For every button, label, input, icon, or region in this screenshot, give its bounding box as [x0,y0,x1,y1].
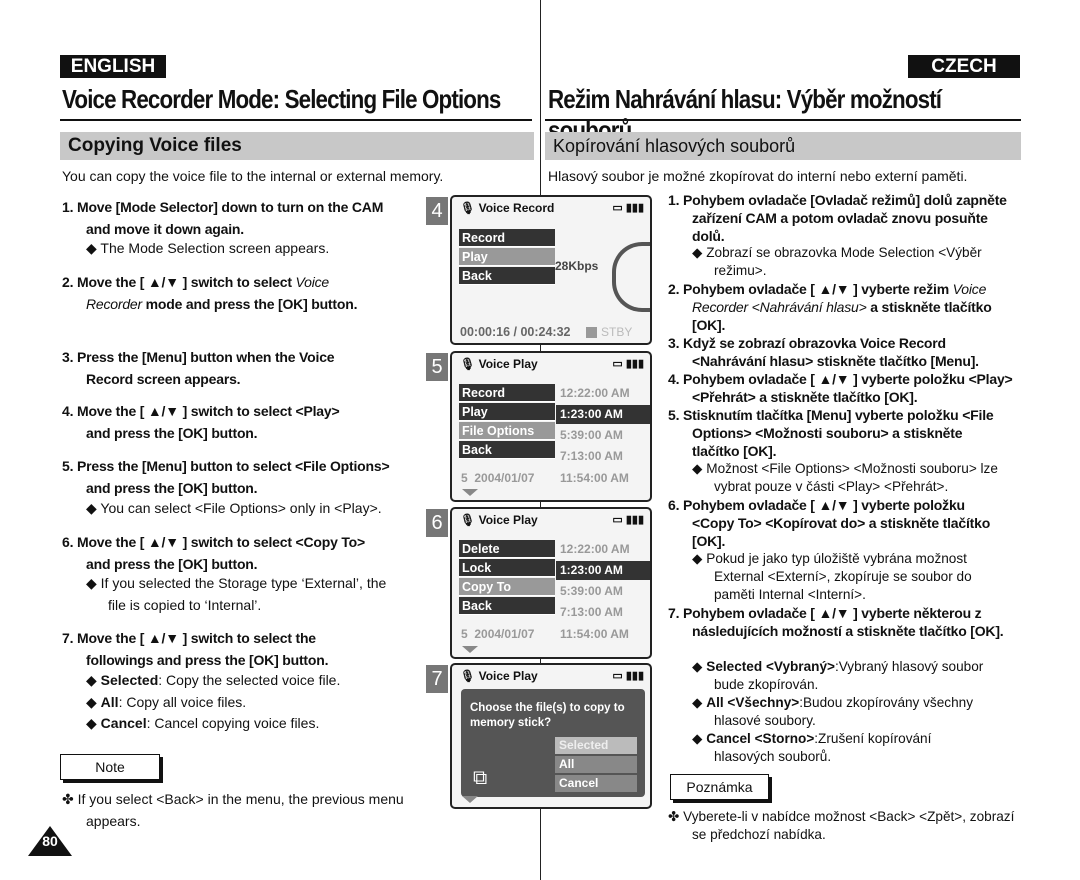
section-heading-en: Copying Voice files [60,132,534,160]
note-cz: ✤ Vyberete-li v nabídce možnost <Back> <… [668,809,1015,842]
intro-cz: Hlasový soubor je možné zkopírovat do in… [548,168,968,184]
step-4-cz: 4. Pohybem ovladače [ ▲/▼ ] vyberte polo… [668,371,1013,405]
step-3-cz: 3. Když se zobrazí obrazovka Voice Recor… [668,335,979,369]
screen-title: 🎙 Voice Record [460,201,555,215]
file-time[interactable]: 5:39:00 AM [556,426,650,445]
step-5: 5. Press the [Menu] button to select <Fi… [62,458,390,496]
screen-voice-play-menu: 🎙 Voice Play ▭ ▮▮▮ Record Play File Opti… [450,351,652,502]
bullet: ◆ Pokud je jako typ úložiště vybrána mož… [692,551,972,602]
step-7-cz: 7. Pohybem ovladače [ ▲/▼ ] vyberte někt… [668,605,1004,639]
memory-battery-icons: ▭ ▮▮▮ [612,358,644,370]
step-4: 4. Move the [ ▲/▼ ] switch to select <Pl… [62,403,340,441]
screen-number: 6 [426,509,448,537]
menu-item[interactable]: Back [459,441,555,459]
microphone-icon: 🎙 [460,513,476,527]
bullet: ◆ If you selected the Storage type ‘Exte… [86,575,387,613]
note-label-en: Note [60,754,160,780]
option-selected[interactable]: Selected [555,737,637,754]
bitrate: 28Kbps [555,259,599,273]
menu-item[interactable]: Delete [459,540,555,558]
screen-number: 5 [426,353,448,381]
file-time[interactable]: 11:54:00 AM [556,625,650,644]
option-cancel[interactable]: Cancel [555,775,637,792]
note-label-cz: Poznámka [670,774,769,800]
step-3: 3. Press the [Menu] button when the Voic… [62,349,335,387]
note-en: ✤ If you select <Back> in the menu, the … [62,791,404,829]
scroll-down-icon[interactable] [462,489,478,496]
menu-item[interactable]: Back [459,597,555,615]
file-time[interactable]: 12:22:00 AM [556,540,650,559]
option-all[interactable]: All [555,756,637,773]
step-1: 1. Move [Mode Selector] down to turn on … [62,199,384,237]
file-date: 5 2004/01/07 [461,471,535,485]
step-2: 2. Move the [ ▲/▼ ] switch to select Voi… [62,274,358,312]
status: STBY [601,325,633,339]
step-7: 7. Move the [ ▲/▼ ] switch to select the… [62,630,329,668]
file-time[interactable]: 5:39:00 AM [556,582,650,601]
stop-icon [586,327,597,338]
page-number: 80 [42,833,58,849]
czech-label: CZECH [908,55,1020,78]
step-5-cz: 5. Stisknutím tlačítka [Menu] vyberte po… [668,407,994,459]
scroll-down-icon[interactable] [462,796,478,803]
file-time[interactable]: 1:23:00 AM [556,405,650,424]
file-time[interactable]: 7:13:00 AM [556,603,650,622]
file-time[interactable]: 11:54:00 AM [556,469,650,488]
scroll-down-icon[interactable] [462,646,478,653]
menu-item[interactable]: File Options [459,422,555,440]
record-time: 00:00:16 / 00:24:32 [460,325,571,339]
microphone-icon: 🎙 [460,669,476,683]
menu-item[interactable]: Record [459,384,555,402]
head-icon [612,242,650,312]
menu-item[interactable]: Back [459,267,555,285]
bullet: ◆ All: Copy all voice files. [86,694,247,710]
step-1-cz: 1. Pohybem ovladače [Ovladač režimů] dol… [668,192,1007,244]
section-heading-cz: Kopírování hlasových souborů [545,132,1021,160]
step-6: 6. Move the [ ▲/▼ ] switch to select <Co… [62,534,365,572]
screen-title: Voice Play [478,669,538,683]
screen-copy-dialog: 🎙 Voice Play ▭ ▮▮▮ Choose the file(s) to… [450,663,652,809]
screen-number: 7 [426,665,448,693]
dialog-prompt: Choose the file(s) to copy to memory sti… [470,702,625,729]
step-2-cz: 2. Pohybem ovladače [ ▲/▼ ] vyberte reži… [668,281,992,333]
title-rule-en [60,119,532,121]
screen-number: 4 [426,197,448,225]
memory-battery-icons: ▭ ▮▮▮ [612,514,644,526]
title-rule-cz [545,119,1021,121]
bullet: ◆ You can select <File Options> only in … [86,500,382,516]
screen-file-options: 🎙 Voice Play ▭ ▮▮▮ Delete Lock Copy To B… [450,507,652,659]
screen-voice-record: 🎙 Voice Record ▭ ▮▮▮ Record Play Back 28… [450,195,652,345]
memory-battery-icons: ▭ ▮▮▮ [612,202,644,214]
file-time[interactable]: 1:23:00 AM [556,561,650,580]
microphone-icon: 🎙 [460,201,476,215]
file-date: 5 2004/01/07 [461,627,535,641]
bullet: ◆ Zobrazí se obrazovka Mode Selection <V… [692,245,982,278]
bullet: ◆ Cancel <Storno>:Zrušení kopírování hla… [692,731,932,764]
copy-icon: ⧉ [473,767,488,789]
memory-battery-icons: ▭ ▮▮▮ [612,670,644,682]
file-time[interactable]: 12:22:00 AM [556,384,650,403]
menu-item[interactable]: Lock [459,559,555,577]
bullet: ◆ Selected <Vybraný>:Vybraný hlasový sou… [692,659,984,692]
step-6-cz: 6. Pohybem ovladače [ ▲/▼ ] vyberte polo… [668,497,991,549]
microphone-icon: 🎙 [460,357,476,371]
bullet: ◆ Selected: Copy the selected voice file… [86,672,341,688]
menu-item[interactable]: Play [459,248,555,266]
screen-title: Voice Play [478,357,538,371]
english-label: ENGLISH [60,55,166,78]
bullet: ◆ The Mode Selection screen appears. [86,240,330,256]
file-time[interactable]: 7:13:00 AM [556,447,650,466]
intro-en: You can copy the voice file to the inter… [62,168,444,184]
bullet: ◆ Cancel: Cancel copying voice files. [86,715,320,731]
page-title-en: Voice Recorder Mode: Selecting File Opti… [62,84,501,114]
bullet: ◆ All <Všechny>:Budou zkopírovány všechn… [692,695,974,728]
screen-title: Voice Play [478,513,538,527]
menu-item[interactable]: Play [459,403,555,421]
bullet: ◆ Možnost <File Options> <Možnosti soubo… [692,461,998,494]
menu-item[interactable]: Copy To [459,578,555,596]
menu-item[interactable]: Record [459,229,555,247]
copy-dialog: Choose the file(s) to copy to memory sti… [461,689,645,797]
